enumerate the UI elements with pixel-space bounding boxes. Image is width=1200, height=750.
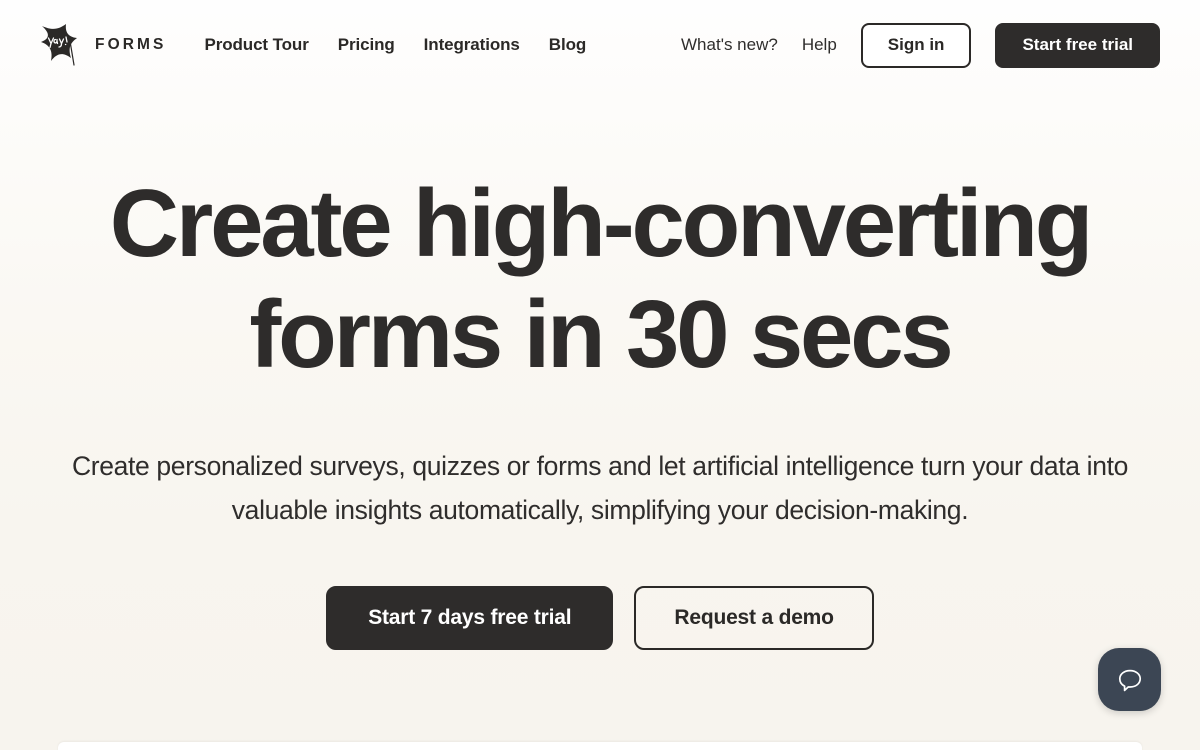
hero-section: Create high-converting forms in 30 secs … xyxy=(0,90,1200,650)
nav-item-integrations[interactable]: Integrations xyxy=(424,35,520,55)
hero-subtitle: Create personalized surveys, quizzes or … xyxy=(45,445,1155,533)
site-header: FORMS Product Tour Pricing Integrations … xyxy=(0,0,1200,90)
yay-star-logo-icon xyxy=(40,23,86,67)
chat-support-button[interactable] xyxy=(1098,648,1161,711)
hero-cta-group: Start 7 days free trial Request a demo xyxy=(0,585,1200,650)
nav-item-blog[interactable]: Blog xyxy=(549,35,586,55)
brand-wordmark: FORMS xyxy=(95,36,167,53)
nav-item-product-tour[interactable]: Product Tour xyxy=(204,35,308,55)
chat-bubble-icon xyxy=(1115,665,1145,695)
start-free-trial-button[interactable]: Start free trial xyxy=(995,22,1160,68)
landing-page: FORMS Product Tour Pricing Integrations … xyxy=(0,0,1200,750)
sign-in-button[interactable]: Sign in xyxy=(860,22,972,68)
nav-item-help[interactable]: Help xyxy=(802,35,837,55)
nav-item-pricing[interactable]: Pricing xyxy=(338,35,395,55)
main-navigation: Product Tour Pricing Integrations Blog xyxy=(204,35,586,55)
header-actions: What's new? Help Sign in Start free tria… xyxy=(681,22,1160,68)
brand-logo[interactable]: FORMS xyxy=(40,23,166,67)
next-section-panel xyxy=(58,742,1142,750)
start-7-days-free-trial-button[interactable]: Start 7 days free trial xyxy=(326,585,614,650)
request-a-demo-button[interactable]: Request a demo xyxy=(634,585,874,650)
page-title-line-2: forms in 30 secs xyxy=(249,281,953,389)
page-title-line-1: Create high-converting xyxy=(109,170,1094,277)
nav-item-whats-new[interactable]: What's new? xyxy=(681,35,778,55)
hero-subtitle-line-1: Create personalized surveys, quizzes or … xyxy=(71,450,966,481)
page-title: Create high-converting forms in 30 secs xyxy=(0,168,1200,391)
